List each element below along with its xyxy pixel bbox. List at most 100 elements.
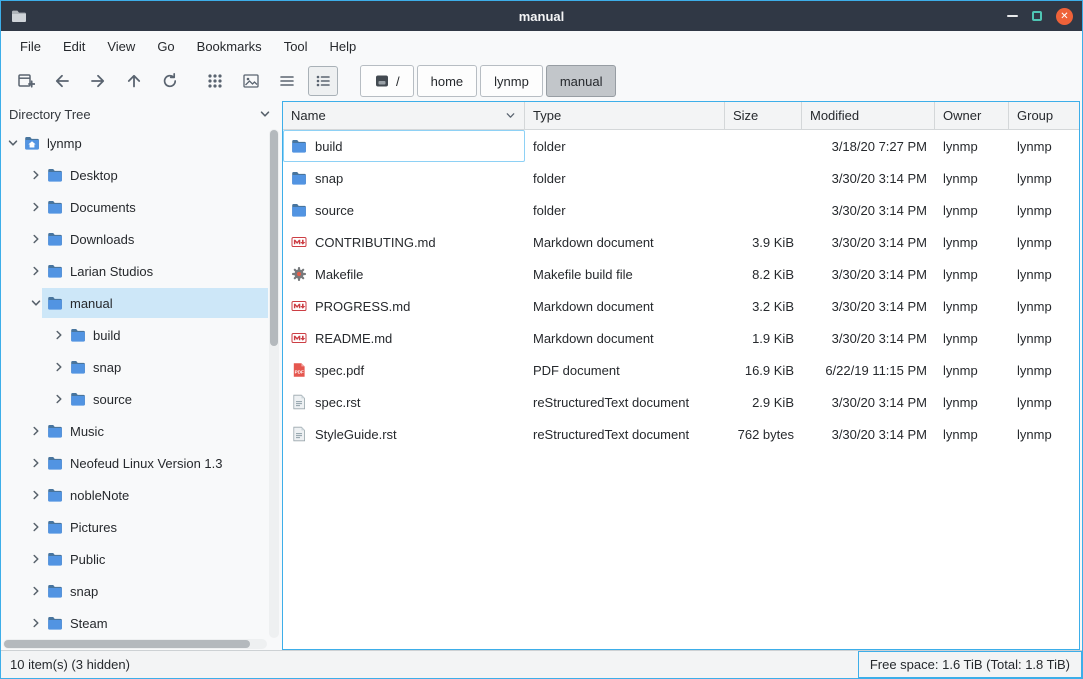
file-type: Makefile build file	[525, 258, 725, 290]
tree-expander-icon[interactable]	[7, 137, 19, 149]
path-segment-lynmp[interactable]: lynmp	[480, 65, 543, 97]
tree-item-pictures[interactable]: Pictures	[3, 511, 268, 543]
tree-item-snap[interactable]: snap	[3, 575, 268, 607]
tree-expander-icon[interactable]	[53, 361, 65, 373]
column-header-size[interactable]: Size	[725, 102, 802, 129]
tree-item-lynmp[interactable]: lynmp	[3, 127, 268, 159]
sidebar-mode-select[interactable]: Directory Tree	[3, 101, 279, 127]
file-list-body: buildfolder3/18/20 7:27 PMlynmplynmpsnap…	[283, 130, 1079, 649]
tree-item-steam[interactable]: Steam	[3, 607, 268, 639]
tree-item-neofeud-linux-version-1-3[interactable]: Neofeud Linux Version 1.3	[3, 447, 268, 479]
minimize-button[interactable]	[1007, 15, 1018, 17]
file-row-readme-md[interactable]: README.mdMarkdown document1.9 KiB3/30/20…	[283, 322, 1079, 354]
tree-expander-icon[interactable]	[30, 425, 42, 437]
file-modified: 3/30/20 3:14 PM	[802, 194, 935, 226]
folder-icon	[70, 391, 86, 407]
folder-icon	[291, 202, 307, 218]
tree-expander-icon[interactable]	[30, 457, 42, 469]
tree-expander-icon[interactable]	[30, 265, 42, 277]
column-header-group[interactable]: Group	[1009, 102, 1079, 129]
detailed-list-button[interactable]	[308, 66, 338, 96]
forward-button[interactable]	[83, 66, 113, 96]
file-row-spec-pdf[interactable]: PDFspec.pdfPDF document16.9 KiB6/22/19 1…	[283, 354, 1079, 386]
tree-item-downloads[interactable]: Downloads	[3, 223, 268, 255]
tree-item-desktop[interactable]: Desktop	[3, 159, 268, 191]
tree-expander-icon[interactable]	[53, 329, 65, 341]
tree-expander-icon[interactable]	[30, 521, 42, 533]
tree-item-public[interactable]: Public	[3, 543, 268, 575]
column-header-label: Size	[733, 108, 758, 123]
file-row-spec-rst[interactable]: spec.rstreStructuredText document2.9 KiB…	[283, 386, 1079, 418]
file-row-contributing-md[interactable]: CONTRIBUTING.mdMarkdown document3.9 KiB3…	[283, 226, 1079, 258]
tree-item-source[interactable]: source	[3, 383, 268, 415]
window-controls	[1007, 8, 1073, 25]
file-row-build[interactable]: buildfolder3/18/20 7:27 PMlynmplynmp	[283, 130, 1079, 162]
tree-expander-icon[interactable]	[30, 553, 42, 565]
menu-help[interactable]: Help	[319, 34, 368, 59]
scrollbar-thumb[interactable]	[270, 130, 278, 346]
tree-item-label: Documents	[70, 200, 136, 215]
file-name: spec.pdf	[315, 363, 364, 378]
tree-expander-icon[interactable]	[30, 233, 42, 245]
file-row-snap[interactable]: snapfolder3/30/20 3:14 PMlynmplynmp	[283, 162, 1079, 194]
tree-item-larian-studios[interactable]: Larian Studios	[3, 255, 268, 287]
file-row-source[interactable]: sourcefolder3/30/20 3:14 PMlynmplynmp	[283, 194, 1079, 226]
path-segment-manual[interactable]: manual	[546, 65, 617, 97]
tree-item-snap[interactable]: snap	[3, 351, 268, 383]
tree-item-content: nobleNote	[42, 480, 268, 510]
tree-item-music[interactable]: Music	[3, 415, 268, 447]
file-name-cell: build	[283, 130, 525, 162]
path-segment-root[interactable]: /	[360, 65, 414, 97]
column-header-modified[interactable]: Modified	[802, 102, 935, 129]
tree-item-label: manual	[70, 296, 113, 311]
file-size	[725, 162, 802, 194]
menu-file[interactable]: File	[9, 34, 52, 59]
tree-expander-icon[interactable]	[30, 585, 42, 597]
menu-bookmarks[interactable]: Bookmarks	[186, 34, 273, 59]
tree-expander-icon[interactable]	[30, 201, 42, 213]
sidebar-horizontal-scrollbar[interactable]	[3, 639, 267, 649]
path-segment-home[interactable]: home	[417, 65, 478, 97]
file-row-makefile[interactable]: MakefileMakefile build file8.2 KiB3/30/2…	[283, 258, 1079, 290]
path-segment-label: /	[396, 74, 400, 89]
column-header-type[interactable]: Type	[525, 102, 725, 129]
tree-item-label: build	[93, 328, 120, 343]
tree-item-build[interactable]: build	[3, 319, 268, 351]
scrollbar-thumb[interactable]	[4, 640, 250, 648]
icon-view-button[interactable]	[200, 66, 230, 96]
back-button[interactable]	[47, 66, 77, 96]
file-row-progress-md[interactable]: PROGRESS.mdMarkdown document3.2 KiB3/30/…	[283, 290, 1079, 322]
file-row-styleguide-rst[interactable]: StyleGuide.rstreStructuredText document7…	[283, 418, 1079, 450]
tree-expander-icon[interactable]	[30, 489, 42, 501]
column-header-name[interactable]: Name	[283, 102, 525, 129]
close-button[interactable]	[1056, 8, 1073, 25]
tree-item-manual[interactable]: manual	[3, 287, 268, 319]
refresh-button[interactable]	[155, 66, 185, 96]
file-size: 3.2 KiB	[725, 290, 802, 322]
menu-edit[interactable]: Edit	[52, 34, 96, 59]
column-header-owner[interactable]: Owner	[935, 102, 1009, 129]
file-owner: lynmp	[935, 354, 1009, 386]
tree-expander-icon[interactable]	[30, 169, 42, 181]
tree-item-noblenote[interactable]: nobleNote	[3, 479, 268, 511]
tree-item-documents[interactable]: Documents	[3, 191, 268, 223]
menu-go[interactable]: Go	[146, 34, 185, 59]
menu-tool[interactable]: Tool	[273, 34, 319, 59]
up-button[interactable]	[119, 66, 149, 96]
path-segment-label: lynmp	[494, 74, 529, 89]
menu-view[interactable]: View	[96, 34, 146, 59]
tree-item-content: Larian Studios	[42, 256, 268, 286]
titlebar[interactable]: manual	[1, 1, 1082, 31]
maximize-button[interactable]	[1032, 11, 1042, 21]
thumbnail-view-button[interactable]	[236, 66, 266, 96]
new-tab-button[interactable]	[11, 66, 41, 96]
tree-item-content: manual	[42, 288, 268, 318]
tree-expander-icon[interactable]	[30, 617, 42, 629]
file-name: PROGRESS.md	[315, 299, 410, 314]
tree-indent	[3, 495, 30, 496]
sidebar-vertical-scrollbar[interactable]	[269, 129, 279, 638]
tree-item-content: snap	[42, 576, 268, 606]
compact-view-button[interactable]	[272, 66, 302, 96]
tree-expander-icon[interactable]	[53, 393, 65, 405]
tree-expander-icon[interactable]	[30, 297, 42, 309]
